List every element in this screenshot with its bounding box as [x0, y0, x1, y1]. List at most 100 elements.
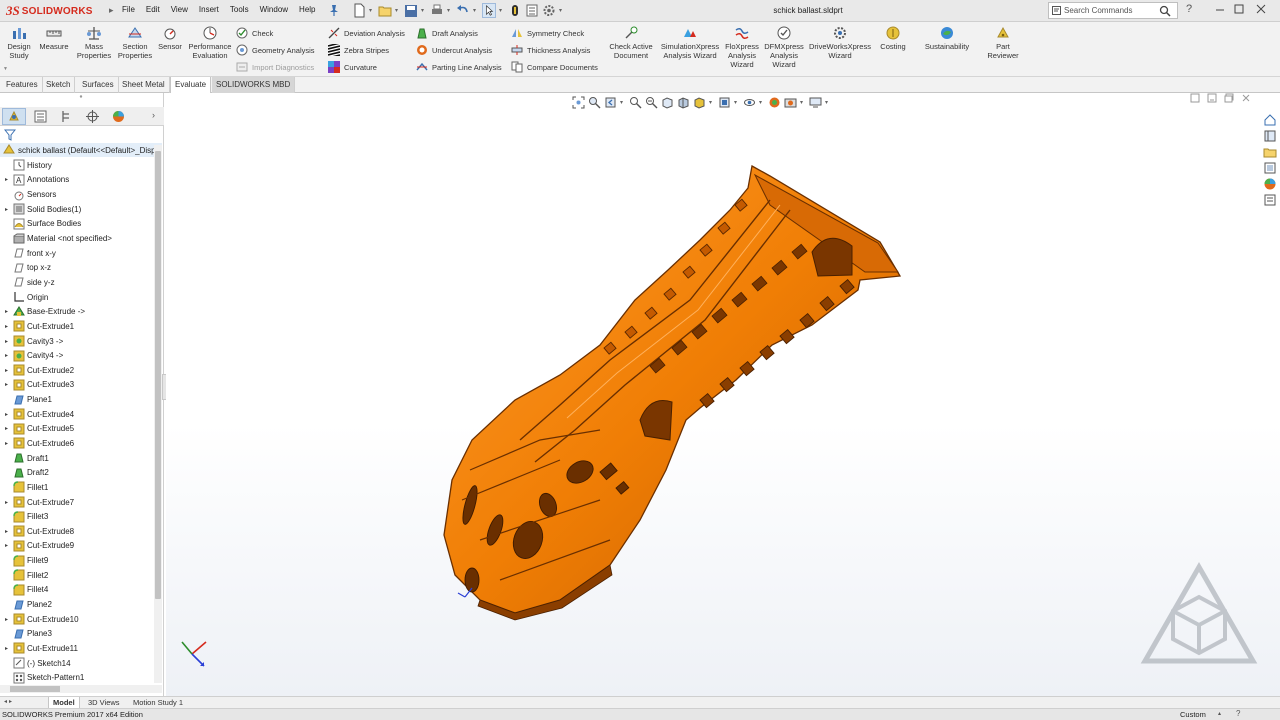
tree-item[interactable]: ▸ Cut-Extrude3	[0, 378, 154, 393]
tree-item[interactable]: Origin	[0, 290, 154, 305]
sensor-button[interactable]: Sensor	[155, 25, 185, 51]
view-palette-icon[interactable]	[1263, 161, 1277, 175]
section-properties-button[interactable]: Section Properties	[116, 25, 154, 60]
maximize-window-icon[interactable]	[1232, 2, 1246, 16]
part-reviewer-button[interactable]: Part Reviewer	[982, 25, 1024, 60]
tree-item[interactable]: Surface Bodies	[0, 217, 154, 232]
expand-arrow-icon[interactable]: ▸	[0, 440, 13, 447]
draft-analysis-button[interactable]: Draft Analysis	[416, 26, 478, 40]
displaymanager-tab[interactable]	[106, 108, 130, 125]
search-commands-box[interactable]	[1048, 2, 1178, 19]
appearances-scenes-icon[interactable]	[1263, 177, 1277, 191]
minimize-window-icon[interactable]	[1213, 2, 1227, 16]
tree-root-part[interactable]: schick ballast (Default<<Default>_Disp	[0, 143, 162, 157]
simulationxpress-button[interactable]: SimulationXpress Analysis Wizard	[658, 25, 722, 60]
tree-item[interactable]: side y-z	[0, 275, 154, 290]
unit-system-selector[interactable]: Custom	[1180, 710, 1206, 719]
expand-arrow-icon[interactable]: ▸	[0, 176, 13, 183]
tab-scroll-arrows-icon[interactable]: ◂▸	[4, 698, 14, 705]
tree-horizontal-scroll-thumb[interactable]	[10, 686, 60, 692]
expand-arrow-icon[interactable]: ▸	[0, 381, 13, 388]
expand-arrow-icon[interactable]: ▸	[0, 308, 13, 315]
geometry-analysis-button[interactable]: Geometry Analysis	[236, 43, 315, 57]
tree-item[interactable]: Plane2	[0, 597, 154, 612]
expand-arrow-icon[interactable]: ▸	[0, 542, 13, 549]
expand-arrow-icon[interactable]: ▸	[0, 206, 13, 213]
tree-item[interactable]: ▸ Cut-Extrude2	[0, 363, 154, 378]
search-input[interactable]	[1064, 5, 1156, 16]
dimxpertmanager-tab[interactable]	[80, 108, 104, 125]
tab-model[interactable]: Model	[48, 697, 80, 708]
driveworksxpress-button[interactable]: DriveWorksXpress Wizard	[808, 25, 872, 60]
compare-documents-button[interactable]: Compare Documents	[511, 60, 598, 74]
zebra-stripes-button[interactable]: Zebra Stripes	[328, 43, 389, 57]
expand-arrow-icon[interactable]: ▸	[0, 352, 13, 359]
close-window-icon[interactable]	[1254, 2, 1268, 16]
graphics-area[interactable]: ▾ ▾ ▾ ▾ ▾ ▾	[166, 93, 1280, 696]
tree-item[interactable]: ▸ Solid Bodies(1)	[0, 202, 154, 217]
tree-item[interactable]: ▸ Cut-Extrude7	[0, 495, 154, 510]
tab-sheet-metal[interactable]: Sheet Metal	[118, 77, 170, 93]
tree-item[interactable]: ▸ Cavity3 ->	[0, 334, 154, 349]
tree-vertical-scroll-thumb[interactable]	[155, 151, 161, 599]
panel-grip-icon[interactable]	[78, 95, 84, 98]
panel-more-tabs-icon[interactable]: ›	[152, 110, 155, 120]
expand-arrow-icon[interactable]: ▸	[0, 616, 13, 623]
thickness-analysis-button[interactable]: Thickness Analysis	[511, 43, 590, 57]
design-library-icon[interactable]	[1263, 129, 1277, 143]
tree-item[interactable]: ▸ Cut-Extrude5	[0, 422, 154, 437]
help-icon[interactable]: ?	[1186, 3, 1192, 15]
design-study-button[interactable]: Design Study	[4, 25, 34, 60]
dfmxpress-button[interactable]: DFMXpress Analysis Wizard	[762, 25, 806, 69]
curvature-button[interactable]: Curvature	[328, 60, 377, 74]
tree-horizontal-scrollbar[interactable]	[0, 685, 162, 693]
deviation-analysis-button[interactable]: Deviation Analysis	[328, 26, 405, 40]
filter-icon[interactable]	[4, 129, 16, 141]
expand-arrow-icon[interactable]: ▸	[0, 528, 13, 535]
symmetry-check-button[interactable]: Symmetry Check	[511, 26, 584, 40]
propertymanager-tab[interactable]	[28, 108, 52, 125]
tree-item[interactable]: History	[0, 158, 154, 173]
tree-item[interactable]: Fillet1	[0, 480, 154, 495]
undercut-analysis-button[interactable]: Undercut Analysis	[416, 43, 492, 57]
expand-arrow-icon[interactable]: ▸	[0, 338, 13, 345]
tree-item[interactable]: ▸ Cut-Extrude9	[0, 539, 154, 554]
tree-item[interactable]: (-) Sketch14	[0, 656, 154, 671]
tree-item[interactable]: ▸ A Annotations	[0, 173, 154, 188]
mass-properties-button[interactable]: Mass Properties	[74, 25, 114, 60]
tree-item[interactable]: Sketch-Pattern1	[0, 670, 154, 685]
tab-sketch[interactable]: Sketch	[42, 77, 76, 93]
tree-item[interactable]: Draft2	[0, 465, 154, 480]
tree-item[interactable]: Sensors	[0, 187, 154, 202]
tree-item[interactable]: Fillet3	[0, 509, 154, 524]
tree-item[interactable]: Plane3	[0, 627, 154, 642]
tree-vertical-scrollbar[interactable]	[154, 145, 162, 683]
tree-item[interactable]: ▸ Cavity4 ->	[0, 348, 154, 363]
tree-item[interactable]: ▸ Cut-Extrude8	[0, 524, 154, 539]
performance-evaluation-button[interactable]: Performance Evaluation	[187, 25, 233, 60]
search-icon[interactable]	[1159, 5, 1171, 17]
ballast-3d-model[interactable]	[166, 93, 1280, 696]
tree-item[interactable]: Fillet4	[0, 583, 154, 598]
measure-button[interactable]: Measure	[37, 25, 71, 51]
tree-item[interactable]: Fillet9	[0, 553, 154, 568]
tab-motion-study[interactable]: Motion Study 1	[129, 697, 187, 708]
tree-item[interactable]: ▸ Cut-Extrude11	[0, 641, 154, 656]
file-explorer-icon[interactable]	[1263, 145, 1277, 159]
sustainability-button[interactable]: Sustainability	[920, 25, 974, 51]
configurationmanager-tab[interactable]	[54, 108, 78, 125]
tree-item[interactable]: ▸ Base-Extrude ->	[0, 304, 154, 319]
import-diagnostics-button[interactable]: Import Diagnostics	[236, 60, 314, 74]
tab-features[interactable]: Features	[2, 77, 43, 93]
expand-arrow-icon[interactable]: ▸	[0, 425, 13, 432]
costing-button[interactable]: Costing	[876, 25, 910, 51]
expand-arrow-icon[interactable]: ▸	[0, 411, 13, 418]
custom-properties-icon[interactable]	[1263, 193, 1277, 207]
tree-item[interactable]: Draft1	[0, 451, 154, 466]
expand-arrow-icon[interactable]: ▸	[0, 645, 13, 652]
ribbon-collapse-icon[interactable]: ▼	[3, 66, 8, 72]
tree-item[interactable]: Material <not specified>	[0, 231, 154, 246]
featuremanager-tab[interactable]	[2, 108, 26, 125]
tab-evaluate[interactable]: Evaluate	[170, 77, 212, 94]
tree-item[interactable]: Fillet2	[0, 568, 154, 583]
